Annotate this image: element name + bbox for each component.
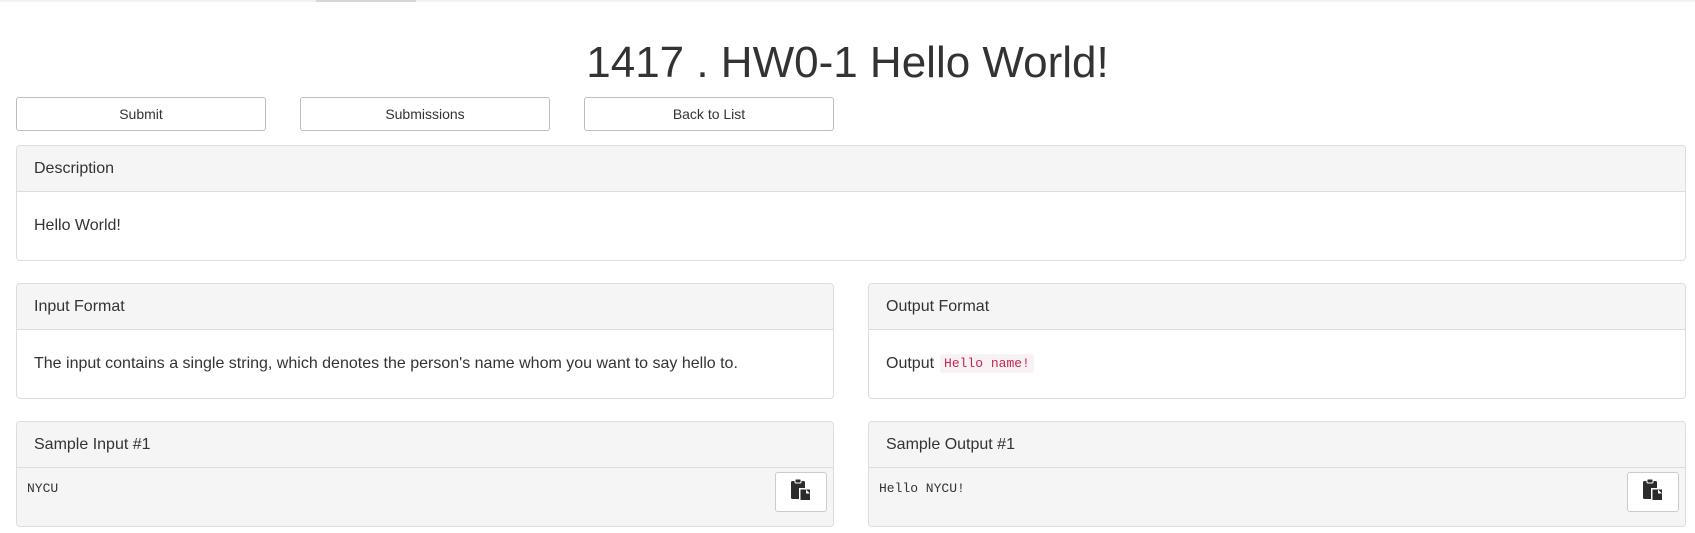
clipboard-copy-icon (788, 477, 814, 508)
input-format-body: The input contains a single string, whic… (17, 330, 833, 397)
sample-input-heading: Sample Input #1 (17, 422, 833, 468)
sample-output-panel: Sample Output #1 Hello NYCU! (868, 421, 1686, 527)
submit-button[interactable]: Submit (16, 97, 266, 131)
sample-input-body: NYCU (17, 468, 833, 526)
copy-sample-input-button[interactable] (775, 472, 827, 512)
sample-output-text: Hello NYCU! (879, 481, 965, 496)
output-format-body: Output Hello name! (869, 330, 1685, 397)
sample-input-text: NYCU (27, 481, 59, 496)
description-body: Hello World! (17, 192, 1685, 259)
copy-sample-output-button[interactable] (1627, 472, 1679, 512)
output-format-prefix: Output (886, 354, 935, 372)
output-format-code: Hello name! (940, 354, 1034, 373)
top-nav-border (0, 0, 1695, 2)
active-tab-indicator (316, 0, 416, 2)
input-format-text: The input contains a single string, whic… (34, 354, 738, 372)
description-heading: Description (17, 146, 1685, 192)
clipboard-copy-icon (1640, 477, 1666, 508)
back-to-list-button[interactable]: Back to List (584, 97, 834, 131)
sample-input-panel: Sample Input #1 NYCU (16, 421, 834, 527)
input-format-panel: Input Format The input contains a single… (16, 283, 834, 399)
description-text: Hello World! (34, 216, 121, 234)
problem-page: 1417 . HW0-1 Hello World! Submit Submiss… (0, 0, 1695, 533)
input-format-heading: Input Format (17, 284, 833, 330)
sample-output-heading: Sample Output #1 (869, 422, 1685, 468)
sample-output-body: Hello NYCU! (869, 468, 1685, 526)
output-format-heading: Output Format (869, 284, 1685, 330)
output-format-panel: Output Format Output Hello name! (868, 283, 1686, 399)
submissions-button[interactable]: Submissions (300, 97, 550, 131)
page-title: 1417 . HW0-1 Hello World! (586, 38, 1109, 87)
description-panel: Description Hello World! (16, 145, 1686, 261)
